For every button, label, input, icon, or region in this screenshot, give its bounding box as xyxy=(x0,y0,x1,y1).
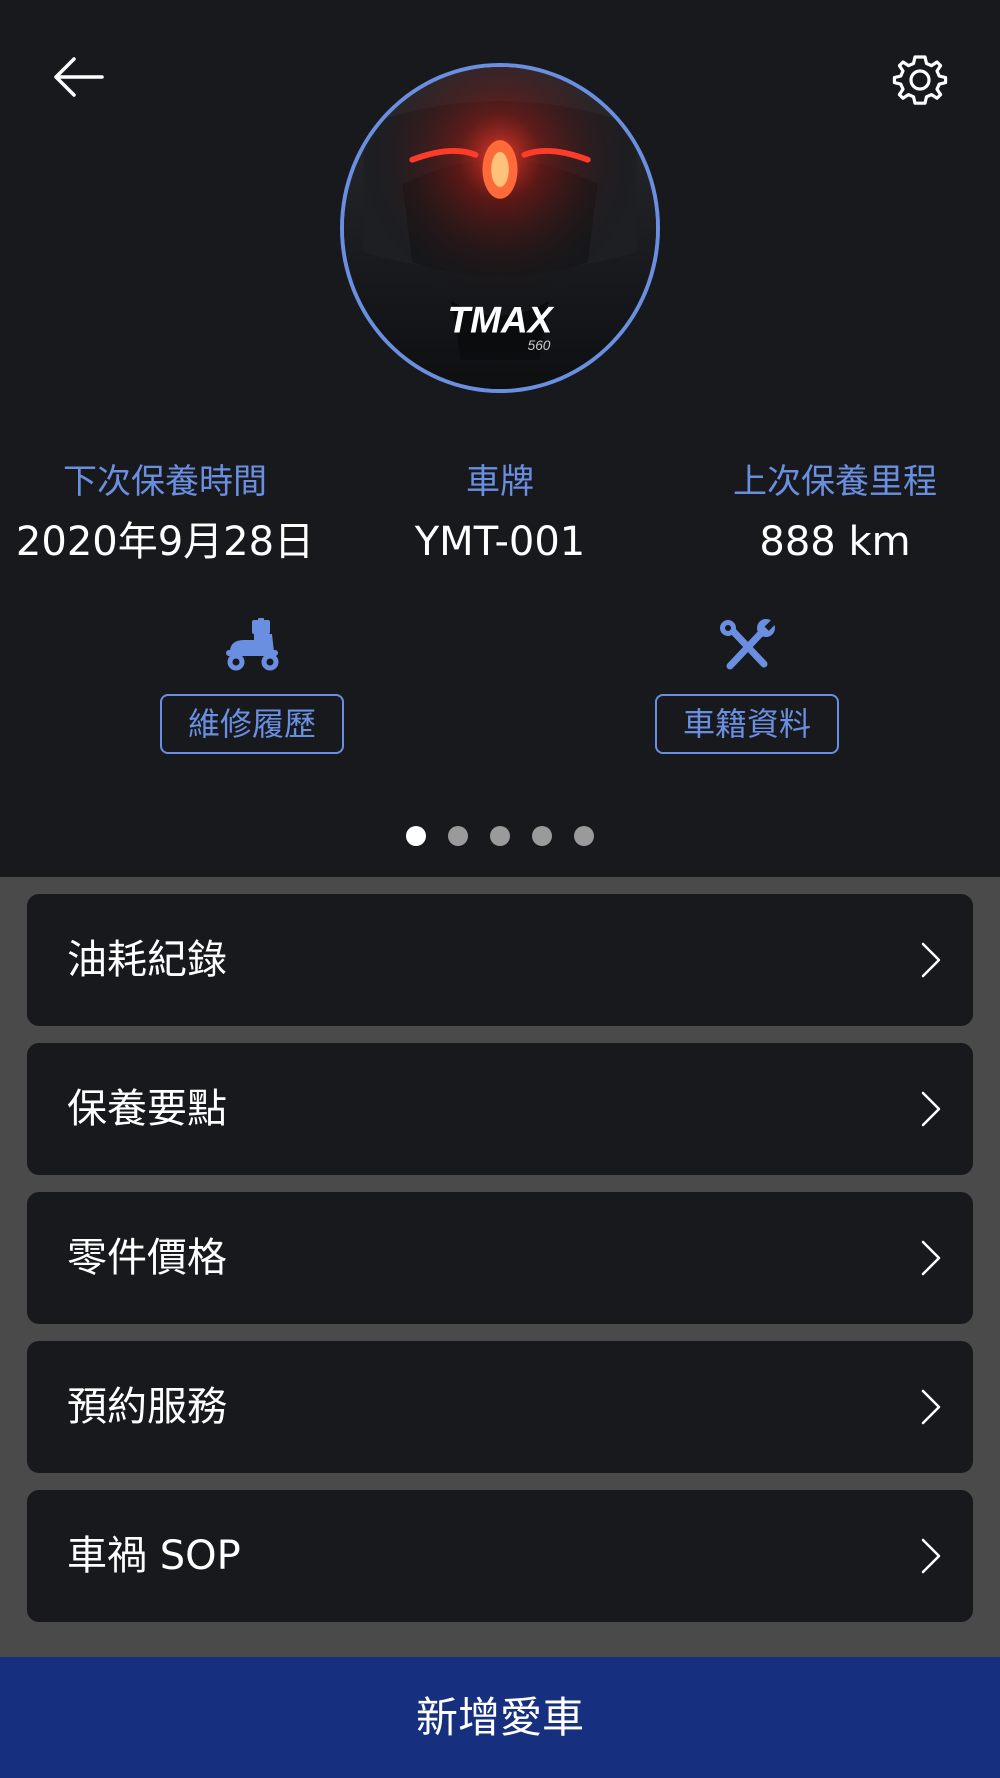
settings-button[interactable] xyxy=(890,50,950,110)
menu-item-label: 預約服務 xyxy=(67,1384,227,1430)
chevron-right-icon xyxy=(921,942,941,978)
menu-item-accident-sop[interactable]: 車禍 SOP xyxy=(27,1490,973,1622)
stat-value: 888 km xyxy=(759,519,911,565)
tmax-logo: TMAX xyxy=(448,298,555,340)
menu-item-label: 保養要點 xyxy=(67,1086,227,1132)
chevron-right-icon xyxy=(921,1538,941,1574)
menu-item-maintenance-points[interactable]: 保養要點 xyxy=(27,1043,973,1175)
stat-value: 2020年9月28日 xyxy=(15,519,315,565)
menu-item-booking-service[interactable]: 預約服務 xyxy=(27,1341,973,1473)
tools-icon xyxy=(716,618,780,672)
page-indicator xyxy=(0,826,1000,846)
motorcycle-photo: TMAX 560 xyxy=(344,67,656,389)
page-dot[interactable] xyxy=(448,826,468,846)
arrow-left-icon xyxy=(54,57,104,97)
chevron-right-icon xyxy=(921,1389,941,1425)
last-service-mileage: 上次保養里程 888 km xyxy=(670,460,1000,570)
add-vehicle-button[interactable]: 新增愛車 xyxy=(0,1657,1000,1778)
back-button[interactable] xyxy=(48,52,108,102)
page-dot[interactable] xyxy=(490,826,510,846)
stat-label: 上次保養里程 xyxy=(733,462,937,502)
menu-item-parts-price[interactable]: 零件價格 xyxy=(27,1192,973,1324)
menu-item-label: 零件價格 xyxy=(67,1235,227,1281)
page-dot[interactable] xyxy=(406,826,426,846)
menu-item-label: 車禍 SOP xyxy=(67,1533,241,1579)
stat-label: 下次保養時間 xyxy=(63,462,267,502)
menu-item-fuel-record[interactable]: 油耗紀錄 xyxy=(27,894,973,1026)
vehicle-registration-button[interactable]: 車籍資料 xyxy=(655,694,839,754)
scooter-icon xyxy=(220,618,284,672)
next-service-date: 下次保養時間 2020年9月28日 xyxy=(0,460,330,570)
chevron-right-icon xyxy=(921,1240,941,1276)
menu-item-label: 油耗紀錄 xyxy=(67,937,227,983)
vehicle-header-panel: TMAX 560 下次保養時間 2020年9月28日 車牌 YMT-001 上次… xyxy=(0,0,1000,877)
vehicle-avatar[interactable]: TMAX 560 xyxy=(340,63,660,393)
maintenance-history-button[interactable]: 維修履歷 xyxy=(160,694,344,754)
stat-value: YMT-001 xyxy=(414,519,586,565)
page-dot[interactable] xyxy=(574,826,594,846)
chevron-right-icon xyxy=(921,1091,941,1127)
gear-icon xyxy=(892,55,948,105)
tmax-logo-subtext: 560 xyxy=(528,338,551,353)
license-plate: 車牌 YMT-001 xyxy=(335,460,665,570)
stat-label: 車牌 xyxy=(466,462,534,502)
page-dot[interactable] xyxy=(532,826,552,846)
